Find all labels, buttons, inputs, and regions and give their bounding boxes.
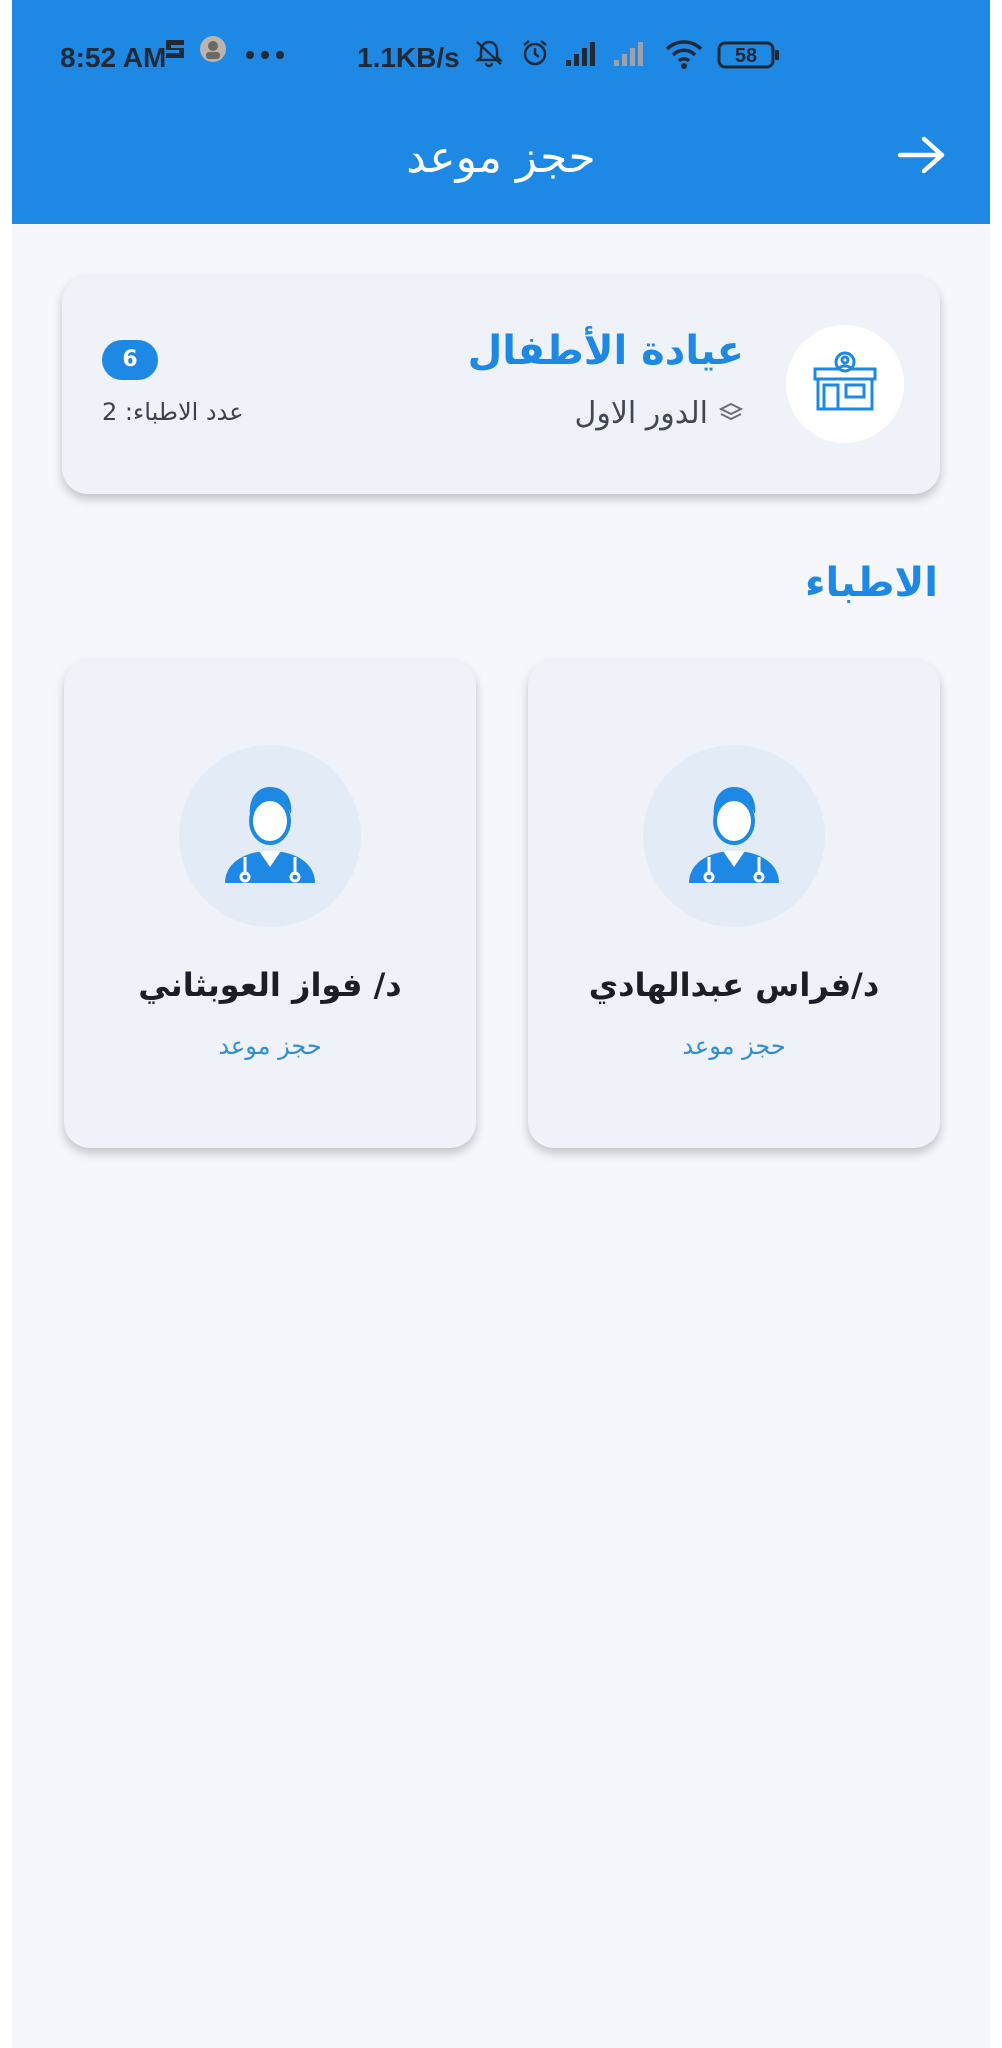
- clinic-name: عيادة الأطفال: [467, 328, 744, 374]
- doctor-avatar: [643, 745, 825, 927]
- doctor-card[interactable]: د/فراس عبدالهادي حجز موعد: [528, 660, 940, 1148]
- book-appointment-link[interactable]: حجز موعد: [64, 1032, 476, 1060]
- layers-icon: [718, 402, 744, 420]
- wifi-icon: [665, 40, 703, 69]
- page-title: حجز موعد: [406, 132, 596, 183]
- doctor-name: د/فراس عبدالهادي: [588, 966, 880, 1004]
- alarm-icon: [523, 40, 547, 66]
- doctor-card[interactable]: د/ فواز العوبثاني حجز موعد: [64, 660, 476, 1148]
- arrow-right-icon[interactable]: [892, 130, 952, 180]
- doctor-icon: [689, 787, 779, 883]
- status-bar: 8:52 AM 1.1KB/s 58: [12, 0, 990, 110]
- doctor-avatar: [179, 745, 361, 927]
- floor-label: الدور الاول: [574, 396, 708, 431]
- doctor-name: د/ فواز العوبثاني: [138, 966, 402, 1004]
- signal-weak-icon: [614, 42, 643, 66]
- doctors-count: عدد الاطباء: 2: [102, 398, 244, 426]
- status-time: 8:52 AM: [60, 42, 167, 73]
- screen: 8:52 AM 1.1KB/s 58 حجز موعد عيادة الأطفا…: [12, 0, 990, 2048]
- more-dots-icon: [246, 51, 284, 59]
- clinic-floor: الدور الاول: [575, 396, 744, 431]
- clinic-card[interactable]: عيادة الأطفال الدور الاول 6 عدد الاطباء:…: [62, 276, 940, 494]
- doctor-icon: [225, 787, 315, 883]
- avatar-icon: [200, 36, 226, 62]
- clinic-building-icon: [813, 351, 877, 411]
- book-appointment-link[interactable]: حجز موعد: [528, 1032, 940, 1060]
- network-speed: 1.1KB/s: [357, 42, 460, 73]
- count-badge: 6: [102, 340, 158, 380]
- bell-off-icon: [474, 40, 504, 68]
- battery-level: 58: [734, 45, 758, 67]
- signal-icon: [566, 42, 595, 66]
- clinic-icon-circle: [786, 325, 904, 443]
- doctors-section-title: الاطباء: [805, 560, 938, 606]
- s-icon: [166, 40, 184, 58]
- app-bar: 8:52 AM 1.1KB/s 58 حجز موعد: [12, 0, 990, 224]
